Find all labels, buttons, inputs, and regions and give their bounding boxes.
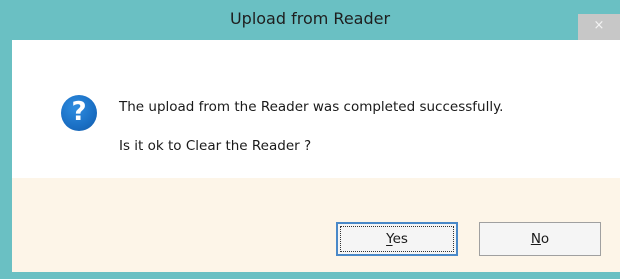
close-button[interactable]: × — [578, 14, 620, 40]
button-bar: Yes No — [12, 178, 620, 272]
yes-button[interactable]: Yes — [336, 222, 458, 256]
no-button-label: No — [530, 231, 550, 247]
upload-dialog: Upload from Reader × ? The upload from t… — [0, 0, 620, 279]
message-text-question: Is it ok to Clear the Reader ? — [119, 138, 312, 154]
dialog-title: Upload from Reader — [229, 9, 391, 28]
no-mnemonic: N — [530, 231, 541, 247]
message-area: ? The upload from the Reader was complet… — [12, 40, 620, 178]
yes-mnemonic: Y — [386, 231, 393, 247]
title-bar[interactable]: Upload from Reader × — [0, 0, 620, 40]
question-icon: ? — [61, 95, 97, 131]
dialog-body: ? The upload from the Reader was complet… — [12, 40, 620, 272]
close-icon: × — [593, 18, 605, 33]
message-text-completed: The upload from the Reader was completed… — [119, 99, 504, 115]
yes-button-label: Yes — [386, 231, 408, 247]
no-button[interactable]: No — [479, 222, 601, 256]
question-glyph: ? — [71, 97, 87, 127]
